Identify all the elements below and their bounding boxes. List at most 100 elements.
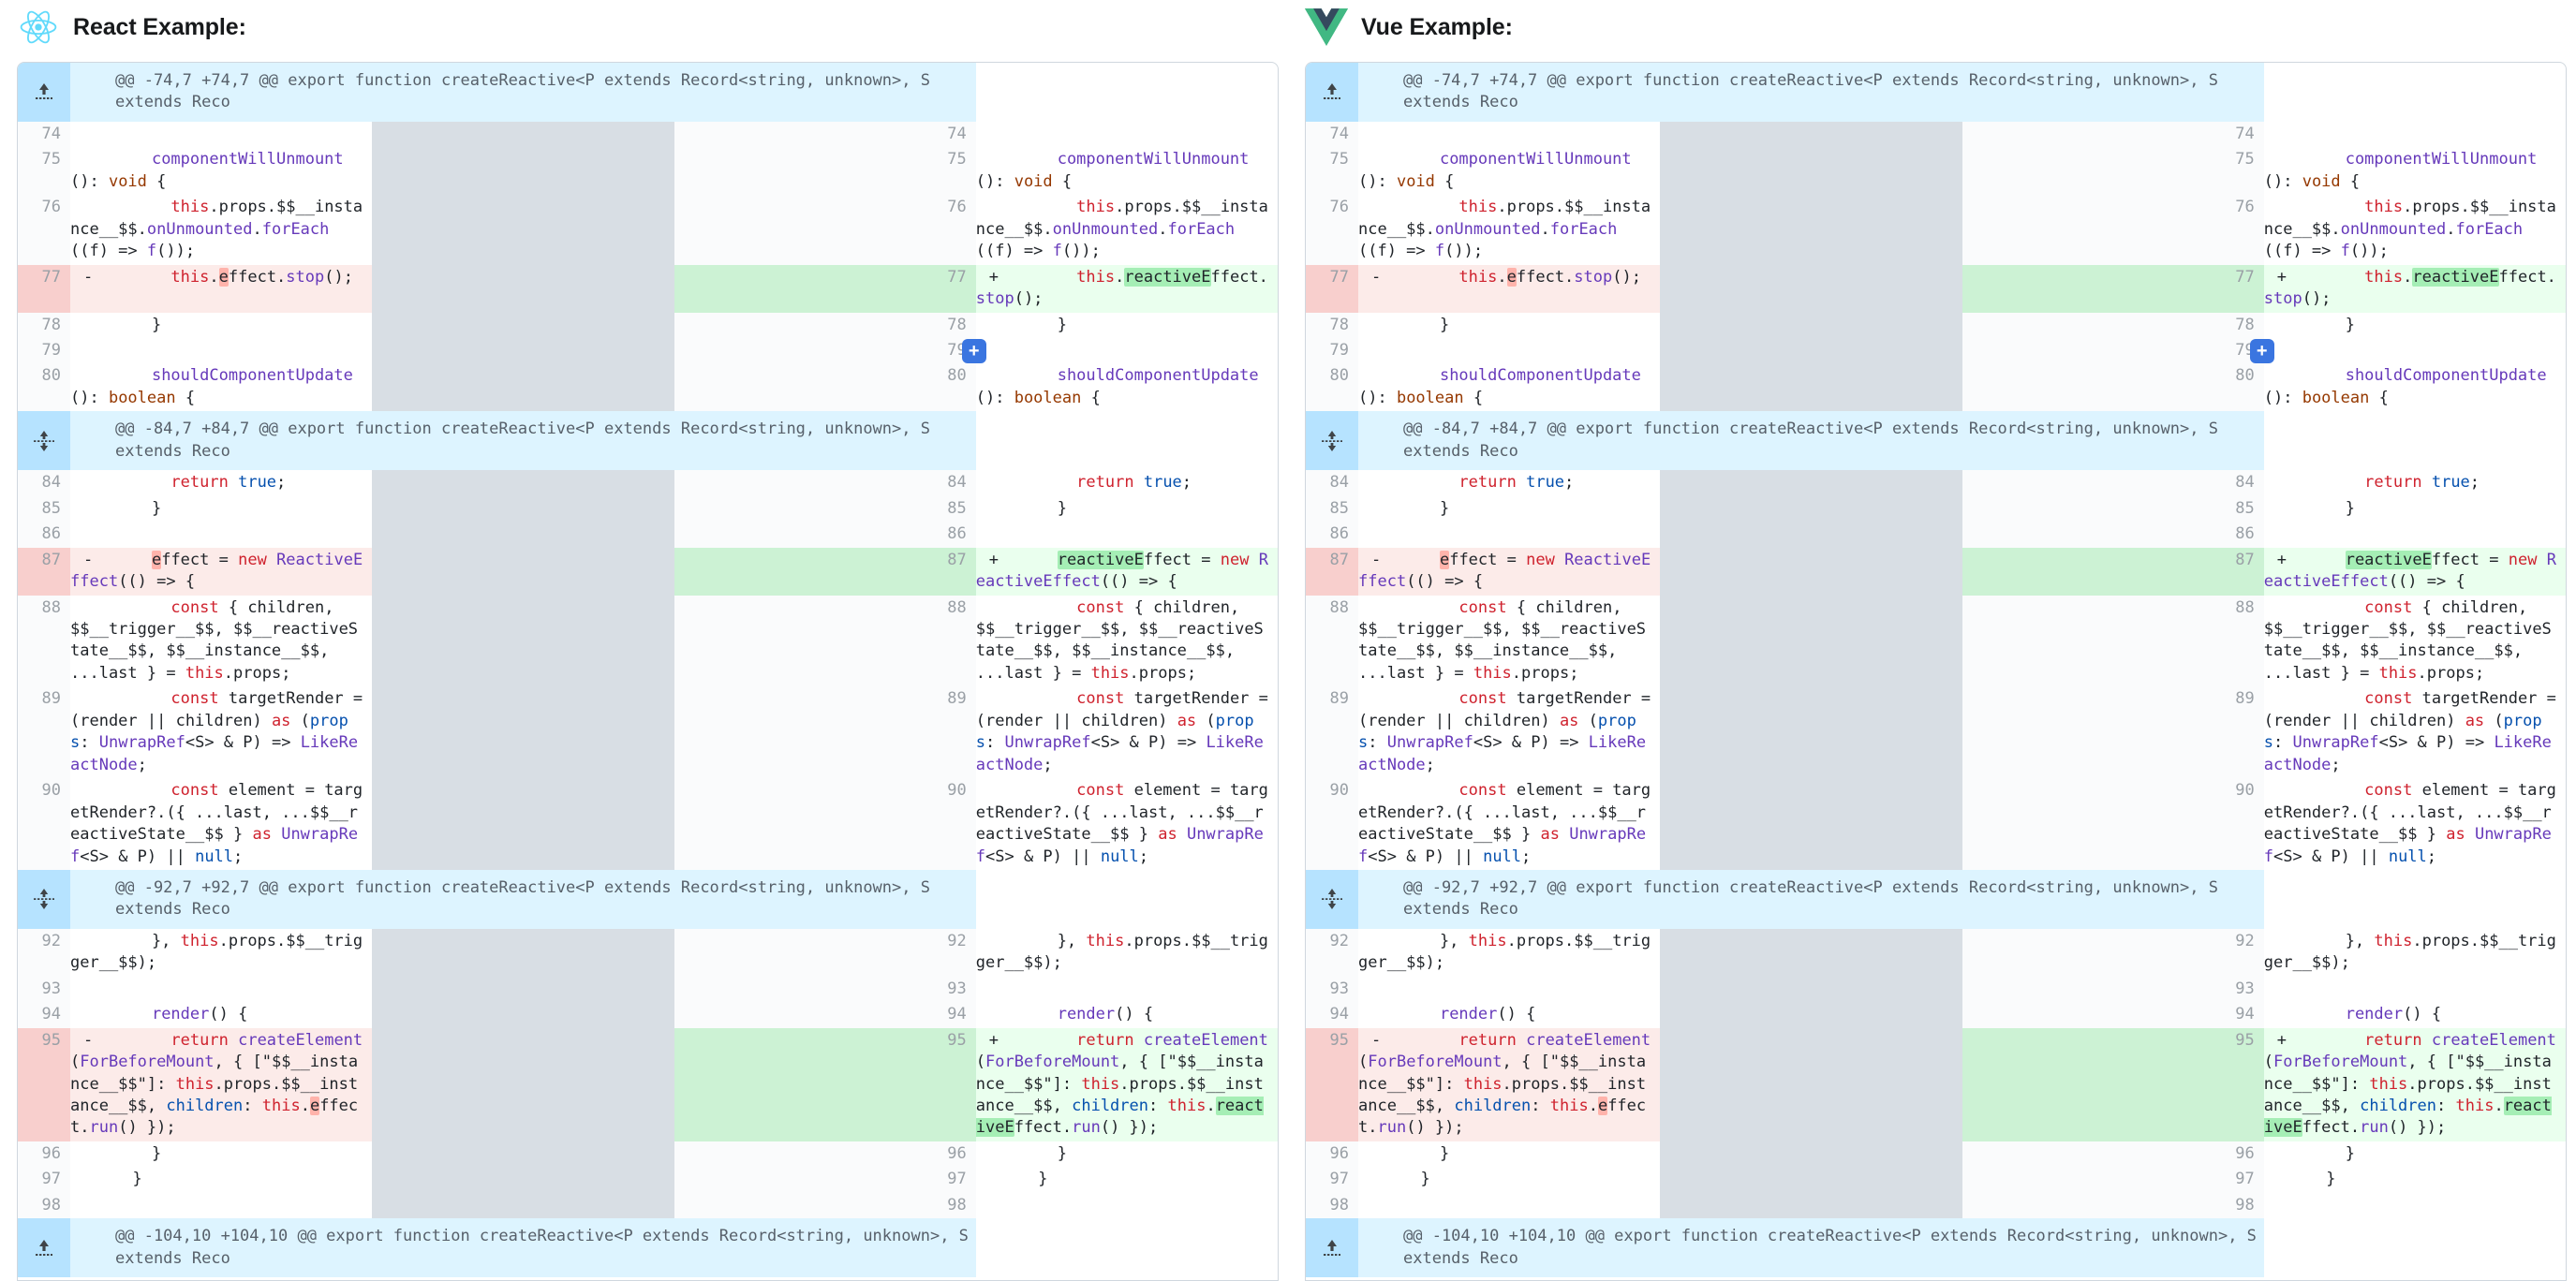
line-number[interactable]: 92 <box>18 929 70 977</box>
line-number[interactable]: 92 <box>1962 929 2264 977</box>
line-number[interactable]: 84 <box>1962 470 2264 495</box>
code-cell[interactable]: } <box>1358 496 1660 522</box>
code-cell[interactable]: } <box>976 1167 1278 1192</box>
line-number[interactable]: 92 <box>674 929 976 977</box>
code-cell[interactable]: - return createElement(ForBeforeMount, {… <box>1358 1028 1660 1141</box>
code-cell[interactable] <box>1358 522 1660 547</box>
expand-updown-icon[interactable] <box>18 870 70 929</box>
code-cell[interactable]: this.props.$$__instance__$$.onUnmounted.… <box>70 195 372 264</box>
line-number[interactable]: 77 <box>674 265 976 313</box>
code-cell[interactable]: + return createElement(ForBeforeMount, {… <box>2264 1028 2566 1141</box>
line-number[interactable]: 90 <box>674 778 976 870</box>
code-cell[interactable]: - effect = new ReactiveEffect(() => { <box>1358 548 1660 596</box>
line-number[interactable]: 85 <box>18 496 70 522</box>
code-cell[interactable]: componentWillUnmount(): void { <box>2264 147 2566 195</box>
hunk-header-row[interactable]: @@ -104,10 +104,10 @@ export function cr… <box>18 1218 1278 1277</box>
line-number[interactable]: 97 <box>1306 1167 1358 1192</box>
code-cell[interactable]: render() { <box>2264 1002 2566 1027</box>
code-cell[interactable] <box>976 338 1278 363</box>
line-number[interactable]: 84 <box>18 470 70 495</box>
line-number[interactable]: 80 <box>18 363 70 411</box>
code-cell[interactable]: const targetRender = (render || children… <box>2264 686 2566 778</box>
line-number[interactable]: 74 <box>1962 122 2264 147</box>
line-number[interactable]: 88 <box>674 596 976 687</box>
code-cell[interactable]: } <box>976 496 1278 522</box>
line-number[interactable]: 89 <box>1962 686 2264 778</box>
line-number[interactable]: 89 <box>674 686 976 778</box>
code-cell[interactable] <box>2264 522 2566 547</box>
code-cell[interactable]: + this.reactiveEffect.stop(); <box>976 265 1278 313</box>
line-number[interactable]: 78 <box>18 313 70 338</box>
code-cell[interactable] <box>1358 1193 1660 1218</box>
line-number[interactable]: 76 <box>674 195 976 264</box>
line-number[interactable]: 85 <box>1962 496 2264 522</box>
code-cell[interactable]: } <box>70 496 372 522</box>
code-cell[interactable] <box>1358 122 1660 147</box>
code-cell[interactable]: + this.reactiveEffect.stop(); <box>2264 265 2566 313</box>
code-cell[interactable]: shouldComponentUpdate(): boolean { <box>1358 363 1660 411</box>
line-number[interactable]: 78 <box>1306 313 1358 338</box>
line-number[interactable]: 96 <box>674 1141 976 1167</box>
line-number[interactable]: 75 <box>18 147 70 195</box>
line-number[interactable]: 80 <box>1962 363 2264 411</box>
line-number[interactable]: 90 <box>1306 778 1358 870</box>
line-number[interactable]: 94 <box>674 1002 976 1027</box>
line-number[interactable]: 94 <box>1306 1002 1358 1027</box>
expand-up-icon[interactable] <box>1306 63 1358 122</box>
vue-diff-frame[interactable]: @@ -74,7 +74,7 @@ export function create… <box>1305 62 2567 1281</box>
code-cell[interactable] <box>2264 122 2566 147</box>
code-cell[interactable] <box>70 122 372 147</box>
code-cell[interactable]: } <box>2264 313 2566 338</box>
code-cell[interactable]: const targetRender = (render || children… <box>976 686 1278 778</box>
code-cell[interactable]: }, this.props.$$__trigger__$$); <box>70 929 372 977</box>
code-cell[interactable]: + reactiveEffect = new ReactiveEffect(()… <box>976 548 1278 596</box>
line-number[interactable]: 90 <box>1962 778 2264 870</box>
code-cell[interactable]: render() { <box>70 1002 372 1027</box>
line-number[interactable]: 88 <box>1306 596 1358 687</box>
add-comment-button[interactable]: + <box>2250 339 2274 363</box>
hunk-header-row[interactable]: @@ -104,10 +104,10 @@ export function cr… <box>1306 1218 2566 1277</box>
line-number[interactable]: 98 <box>1306 1193 1358 1218</box>
code-cell[interactable]: this.props.$$__instance__$$.onUnmounted.… <box>2264 195 2566 264</box>
code-cell[interactable]: const element = targetRender?.({ ...last… <box>1358 778 1660 870</box>
code-cell[interactable]: - this.effect.stop(); <box>1358 265 1660 313</box>
line-number[interactable]: 98 <box>1962 1193 2264 1218</box>
code-cell[interactable]: + return createElement(ForBeforeMount, {… <box>976 1028 1278 1141</box>
code-cell[interactable]: - return createElement(ForBeforeMount, {… <box>70 1028 372 1141</box>
line-number[interactable]: 86 <box>674 522 976 547</box>
code-cell[interactable]: this.props.$$__instance__$$.onUnmounted.… <box>1358 195 1660 264</box>
line-number[interactable]: 78 <box>1962 313 2264 338</box>
code-cell[interactable] <box>976 1193 1278 1218</box>
code-cell[interactable]: } <box>1358 1167 1660 1192</box>
line-number[interactable]: 76 <box>1962 195 2264 264</box>
code-cell[interactable]: componentWillUnmount(): void { <box>1358 147 1660 195</box>
code-cell[interactable]: const { children, $$__trigger__$$, $$__r… <box>2264 596 2566 687</box>
line-number[interactable]: 94 <box>1962 1002 2264 1027</box>
code-cell[interactable]: render() { <box>976 1002 1278 1027</box>
line-number[interactable]: 87 <box>1962 548 2264 596</box>
code-cell[interactable]: const targetRender = (render || children… <box>1358 686 1660 778</box>
line-number[interactable]: 88 <box>1962 596 2264 687</box>
code-cell[interactable] <box>2264 977 2566 1002</box>
code-cell[interactable] <box>2264 1193 2566 1218</box>
code-cell[interactable] <box>70 522 372 547</box>
expand-updown-icon[interactable] <box>1306 870 1358 929</box>
expand-updown-icon[interactable] <box>18 411 70 470</box>
line-number[interactable]: 86 <box>1306 522 1358 547</box>
code-cell[interactable] <box>976 977 1278 1002</box>
code-cell[interactable]: return true; <box>2264 470 2566 495</box>
line-number[interactable]: 85 <box>1306 496 1358 522</box>
line-number[interactable]: 80 <box>1306 363 1358 411</box>
line-number[interactable]: 75 <box>674 147 976 195</box>
line-number[interactable]: 87 <box>1306 548 1358 596</box>
code-cell[interactable]: } <box>1358 313 1660 338</box>
line-number[interactable]: 93 <box>1306 977 1358 1002</box>
line-number[interactable]: 97 <box>18 1167 70 1192</box>
line-number[interactable]: 97 <box>1962 1167 2264 1192</box>
line-number[interactable]: 89 <box>1306 686 1358 778</box>
line-number[interactable]: 89 <box>18 686 70 778</box>
line-number[interactable]: 92 <box>1306 929 1358 977</box>
line-number[interactable]: 77 <box>18 265 70 313</box>
hunk-header-row[interactable]: @@ -92,7 +92,7 @@ export function create… <box>18 870 1278 929</box>
line-number[interactable]: 84 <box>674 470 976 495</box>
